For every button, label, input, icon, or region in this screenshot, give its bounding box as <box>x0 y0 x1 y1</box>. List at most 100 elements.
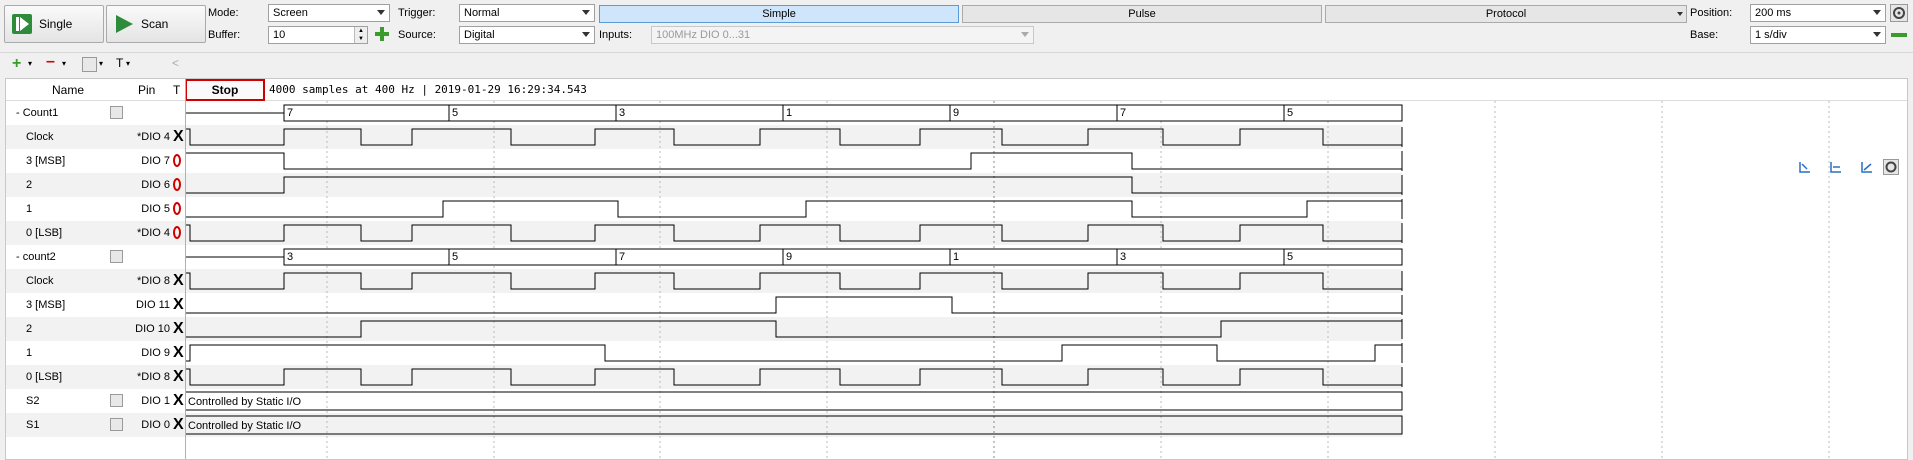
signal-pin: *DIO 8 <box>136 275 170 287</box>
signal-name: 2 <box>26 323 33 335</box>
signal-name: 1 <box>26 347 33 359</box>
signal-name: 2 <box>26 179 33 191</box>
signal-pin: DIO 7 <box>141 155 170 167</box>
bus-value: 5 <box>1287 251 1293 263</box>
trigger-either-edge-icon[interactable] <box>173 197 181 221</box>
trigger-label: Trigger: <box>398 7 436 19</box>
trigger-none-icon[interactable]: X <box>173 125 184 149</box>
chevron-down-icon[interactable]: ▾ <box>99 59 103 68</box>
bus-value: 3 <box>287 251 293 263</box>
trigger-select[interactable]: Normal <box>459 4 595 22</box>
signal-pin: DIO 11 <box>135 299 170 311</box>
signal-pin: DIO 9 <box>141 347 170 359</box>
protocol-dropdown-icon[interactable] <box>1677 12 1683 16</box>
static-box <box>185 391 1403 411</box>
chevron-down-icon[interactable]: ▾ <box>28 59 32 68</box>
column-name: Name <box>52 83 85 97</box>
add-trigger-icon[interactable] <box>374 26 390 42</box>
signal-name: 3 [MSB] <box>26 155 66 167</box>
signal-settings-icon[interactable] <box>110 106 123 119</box>
source-label: Source: <box>398 29 436 41</box>
spinner-arrows-icon[interactable]: ▲ ▼ <box>354 27 367 43</box>
bus-value: 1 <box>953 251 959 263</box>
bus-value: 5 <box>452 107 458 119</box>
position-select[interactable]: 200 ms <box>1750 4 1886 22</box>
bus-value: 9 <box>786 251 792 263</box>
static-io-text: Controlled by Static I/O <box>188 396 302 408</box>
chevron-down-icon <box>582 32 590 37</box>
mode-select[interactable]: Screen <box>268 4 390 22</box>
bus-value: 7 <box>287 107 293 119</box>
source-select[interactable]: Digital <box>459 26 595 44</box>
chevron-down-icon[interactable]: ▾ <box>126 59 130 68</box>
signal-waveform <box>185 344 1402 362</box>
trigger-none-icon[interactable]: X <box>173 389 184 413</box>
bus-value: 9 <box>953 107 959 119</box>
tab-simple[interactable]: Simple <box>599 5 959 23</box>
remove-signal-icon[interactable]: – <box>46 53 55 71</box>
position-value: 200 ms <box>1755 7 1792 19</box>
signal-settings-icon[interactable] <box>110 394 123 407</box>
signal-name: Clock <box>26 131 54 143</box>
column-pin: Pin <box>138 83 156 97</box>
column-trigger: T <box>173 83 181 97</box>
trigger-none-icon[interactable]: X <box>173 293 184 317</box>
trigger-either-edge-icon[interactable] <box>173 221 181 245</box>
play-icon <box>113 13 135 35</box>
trigger-either-edge-icon[interactable] <box>173 173 181 197</box>
collapse-icon[interactable]: < <box>172 56 179 70</box>
chevron-down-icon <box>377 10 385 15</box>
waveform-area: 7 5 3 1 9 7 5 3 5 7 9 1 3 5 Controlled by Static I/O Co… <box>185 101 1830 459</box>
trigger-type-icon[interactable]: T <box>116 56 123 70</box>
trigger-none-icon[interactable]: X <box>173 365 184 389</box>
signal-pin: DIO 10 <box>135 323 170 335</box>
position-label: Position: <box>1690 7 1733 19</box>
trigger-either-edge-icon[interactable] <box>173 149 181 173</box>
trigger-none-icon[interactable]: X <box>173 413 184 437</box>
static-io-text: Controlled by Static I/O <box>188 420 302 432</box>
base-link-icon[interactable] <box>1890 30 1908 40</box>
signal-name: Clock <box>26 275 54 287</box>
signal-pin: DIO 0 <box>141 419 170 431</box>
settings-icon[interactable] <box>82 57 97 72</box>
buffer-value: 10 <box>273 29 286 41</box>
scan-button[interactable]: Scan <box>106 5 206 43</box>
trigger-none-icon[interactable]: X <box>173 269 184 293</box>
signal-name: 3 [MSB] <box>26 299 66 311</box>
signal-name: S1 <box>26 419 40 431</box>
signal-pin: *DIO 4 <box>136 227 170 239</box>
tab-pulse[interactable]: Pulse <box>962 5 1322 23</box>
trigger-none-icon[interactable]: X <box>173 317 184 341</box>
signal-name: - count2 <box>16 251 56 263</box>
inputs-select: 100MHz DIO 0...31 <box>651 26 1034 44</box>
tab-protocol[interactable]: Protocol <box>1325 5 1687 23</box>
chevron-down-icon[interactable]: ▾ <box>62 59 66 68</box>
signal-pin: *DIO 8 <box>136 371 170 383</box>
single-button[interactable]: Single <box>4 5 104 43</box>
single-label: Single <box>39 17 73 31</box>
trigger-value: Normal <box>464 7 500 19</box>
base-label: Base: <box>1690 29 1719 41</box>
signal-settings-icon[interactable] <box>110 250 123 263</box>
position-settings-icon[interactable] <box>1890 4 1908 22</box>
signal-pin: *DIO 4 <box>136 131 170 143</box>
trigger-none-icon[interactable]: X <box>173 341 184 365</box>
bus-value: 7 <box>619 251 625 263</box>
single-run-icon <box>11 13 33 35</box>
chevron-down-icon <box>1873 10 1881 15</box>
base-value: 1 s/div <box>1755 29 1787 41</box>
add-signal-icon[interactable]: + <box>12 55 21 73</box>
signal-settings-icon[interactable] <box>110 418 123 431</box>
chevron-down-icon <box>582 10 590 15</box>
mode-value: Screen <box>273 7 308 19</box>
signal-name: 0 [LSB] <box>26 371 63 383</box>
stop-button[interactable]: Stop <box>185 79 265 101</box>
bus-value: 5 <box>1287 107 1293 119</box>
buffer-input[interactable]: 10 ▲ ▼ <box>268 26 368 44</box>
signal-waveform <box>185 200 1402 218</box>
signal-pin: DIO 1 <box>141 395 170 407</box>
signal-pin: DIO 6 <box>141 179 170 191</box>
base-select[interactable]: 1 s/div <box>1750 26 1886 44</box>
signal-name: S2 <box>26 395 40 407</box>
signal-name: 1 <box>26 203 33 215</box>
